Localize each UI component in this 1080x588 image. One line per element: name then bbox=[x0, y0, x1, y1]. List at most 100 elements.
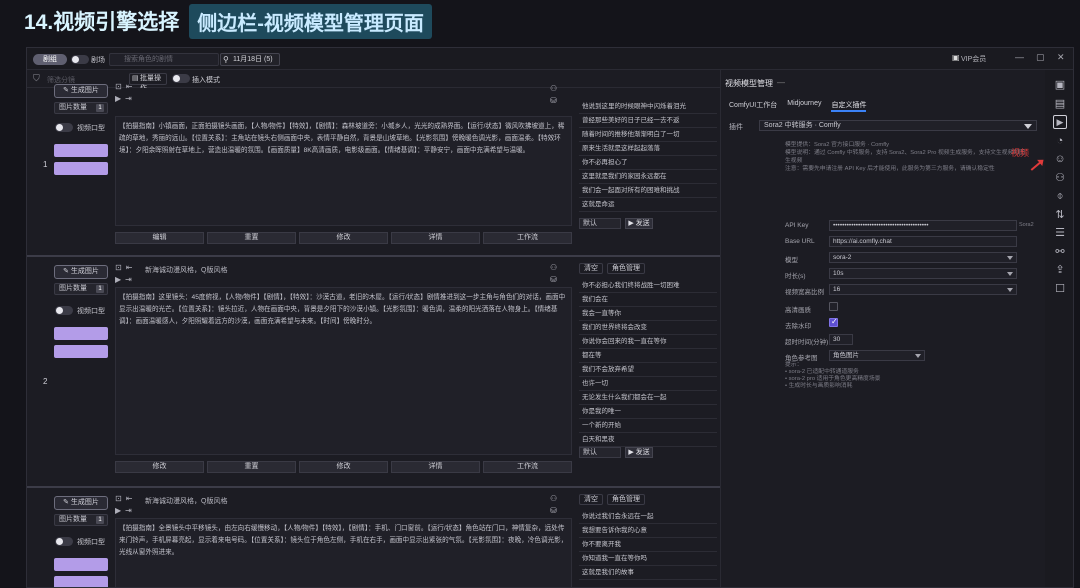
settings-icon[interactable]: ☰ bbox=[1053, 226, 1067, 240]
video-model-icon[interactable]: ▶ bbox=[1053, 115, 1067, 129]
form-select[interactable]: 10s bbox=[829, 268, 1017, 279]
list-item[interactable]: 你不必担心我们终将战胜一切困难 bbox=[579, 279, 717, 293]
send-button[interactable]: ▶ 发送 bbox=[625, 218, 653, 229]
list-item[interactable]: 我会一直等你 bbox=[579, 307, 717, 321]
lip-sync-toggle[interactable] bbox=[55, 306, 73, 315]
maximize-icon[interactable]: ▢ bbox=[1036, 52, 1045, 63]
list-item[interactable]: 白天和黑夜 bbox=[579, 433, 717, 447]
list-item[interactable]: 随着时间的推移他渐渐明白了一切 bbox=[579, 128, 717, 142]
list-item[interactable]: 你说过我们会永远在一起 bbox=[579, 510, 717, 524]
purple-action-button[interactable] bbox=[54, 345, 108, 358]
list-item[interactable]: 也许一切 bbox=[579, 377, 717, 391]
panel-tab[interactable]: Midjourney bbox=[787, 100, 821, 112]
list-item[interactable]: 我们不会放弃希望 bbox=[579, 363, 717, 377]
layers-icon[interactable]: ⛁ bbox=[550, 96, 557, 105]
shot-action-button[interactable]: 修改 bbox=[115, 461, 204, 473]
search-input[interactable]: 搜索角色的剧情 bbox=[109, 53, 219, 66]
send-target-select[interactable]: 默认 bbox=[579, 447, 621, 458]
character-icon[interactable]: ◔ bbox=[1053, 134, 1067, 148]
layers-icon[interactable]: ⛁ bbox=[550, 506, 557, 515]
expand-icon[interactable]: ⇥ bbox=[125, 506, 132, 515]
purple-action-button[interactable] bbox=[54, 144, 108, 157]
list-item[interactable]: 曾经那些美好的日子已经一去不返 bbox=[579, 114, 717, 128]
vip-label[interactable]: VIP会员 bbox=[961, 54, 986, 64]
list-item[interactable]: 你不要离开我 bbox=[579, 538, 717, 552]
camera-icon[interactable]: ⊡ bbox=[115, 263, 122, 272]
shot-action-button[interactable]: 详情 bbox=[391, 232, 480, 244]
send-target-select[interactable]: 默认 bbox=[579, 218, 621, 229]
list-item[interactable]: 你是我的唯一 bbox=[579, 405, 717, 419]
form-input[interactable]: ••••••••••••••••••••••••••••••••••••••••… bbox=[829, 220, 1017, 231]
image-count-select[interactable]: 图片数量 1 bbox=[54, 102, 108, 114]
prompt-textarea[interactable]: 【拍摄指南】这里镜头：45度俯视，【人物/物件】【剧情】，【特效】：沙漠古道，老… bbox=[115, 287, 572, 455]
generate-image-button[interactable]: ✎ 生成图片 bbox=[54, 265, 108, 279]
shot-action-button[interactable]: 工作流 bbox=[483, 461, 572, 473]
ai-icon[interactable]: ⚇ bbox=[550, 84, 557, 93]
purple-action-button[interactable] bbox=[54, 327, 108, 340]
purple-action-button[interactable] bbox=[54, 558, 108, 571]
lip-sync-toggle[interactable] bbox=[55, 123, 73, 132]
list-item[interactable]: 他说到这里的时候眼神中闪烁着泪光 bbox=[579, 100, 717, 114]
shot-action-button[interactable]: 工作流 bbox=[483, 232, 572, 244]
prompt-textarea[interactable]: 【拍摄指南】全景镜头中平移镜头，由左向右缓慢移动，【人物/物件】【特效】，【剧情… bbox=[115, 518, 572, 587]
expand-icon[interactable]: ⇥ bbox=[125, 275, 132, 284]
shot-action-button[interactable]: 编辑 bbox=[115, 232, 204, 244]
ai-icon[interactable]: ⚇ bbox=[550, 263, 557, 272]
date-selector[interactable]: ⚲ 11月18日 (5) bbox=[220, 53, 280, 66]
collapse-icon[interactable]: ⇤ bbox=[126, 494, 133, 503]
image-count-select[interactable]: 图片数量 1 bbox=[54, 283, 108, 295]
gallery-icon[interactable]: ▤ bbox=[1053, 97, 1067, 111]
list-item[interactable]: 这就是命运 bbox=[579, 198, 717, 212]
mic-icon[interactable]: ⌽ bbox=[1053, 189, 1067, 203]
form-select[interactable]: 16 bbox=[829, 284, 1017, 295]
image-icon[interactable]: ▣ bbox=[1053, 78, 1067, 92]
insert-toggle[interactable] bbox=[172, 74, 190, 83]
purple-action-button[interactable] bbox=[54, 162, 108, 175]
minimize-icon[interactable]: — bbox=[1015, 52, 1024, 62]
character-manage-button[interactable]: 角色管理 bbox=[607, 494, 645, 505]
generate-image-button[interactable]: ✎ 生成图片 bbox=[54, 84, 108, 98]
list-item[interactable]: 原来生活就是这样起起落落 bbox=[579, 142, 717, 156]
list-item[interactable]: 都在等 bbox=[579, 349, 717, 363]
character-manage-button[interactable]: 角色管理 bbox=[607, 263, 645, 274]
plugin-select[interactable]: Sora2 中转服务 · Comfly bbox=[759, 120, 1037, 131]
list-item[interactable]: 这里就是我们的家园永远都在 bbox=[579, 170, 717, 184]
purple-action-button[interactable] bbox=[54, 576, 108, 587]
form-select[interactable]: sora-2 bbox=[829, 252, 1017, 263]
chat-icon[interactable]: ☐ bbox=[1053, 282, 1067, 296]
storyboard-icon[interactable]: ⚇ bbox=[1053, 171, 1067, 185]
clear-list-button[interactable]: 清空 bbox=[579, 263, 603, 274]
form-checkbox[interactable] bbox=[829, 302, 838, 311]
list-item[interactable]: 你说你会回来的我一直在等你 bbox=[579, 335, 717, 349]
list-item[interactable]: 这就是我们的故事 bbox=[579, 566, 717, 580]
shot-action-button[interactable]: 重置 bbox=[207, 461, 296, 473]
camera-icon[interactable]: ⊡ bbox=[115, 82, 122, 91]
form-input[interactable]: https://ai.comfly.chat bbox=[829, 236, 1017, 247]
ai-icon[interactable]: ⚇ bbox=[550, 494, 557, 503]
list-item[interactable]: 我们的世界终将会改变 bbox=[579, 321, 717, 335]
workflow-icon[interactable]: ⚯ bbox=[1053, 245, 1067, 259]
send-button[interactable]: ▶ 发送 bbox=[625, 447, 653, 458]
prompt-textarea[interactable]: 【拍摄指南】小镇画面，正面拍摄镜头画面，【人物/物件】【特效】，【剧情】：森林坡… bbox=[115, 116, 572, 226]
play-icon[interactable]: ▶ bbox=[115, 275, 121, 284]
list-item[interactable]: 你不必再担心了 bbox=[579, 156, 717, 170]
sort-icon[interactable]: ⇅ bbox=[1053, 208, 1067, 222]
person-icon[interactable]: ☺ bbox=[1053, 152, 1067, 166]
timeout-stepper[interactable]: 30 bbox=[829, 334, 853, 345]
list-item[interactable]: 我想要告诉你我的心意 bbox=[579, 524, 717, 538]
image-count-select[interactable]: 图片数量 1 bbox=[54, 514, 108, 526]
shot-action-button[interactable]: 重置 bbox=[207, 232, 296, 244]
panel-tab[interactable]: 自定义插件 bbox=[831, 100, 867, 112]
layers-icon[interactable]: ⛁ bbox=[550, 275, 557, 284]
clear-list-button[interactable]: 清空 bbox=[579, 494, 603, 505]
collapse-icon[interactable]: ⇤ bbox=[126, 263, 133, 272]
collapse-icon[interactable]: ⇤ bbox=[126, 82, 133, 91]
panel-tab[interactable]: ComfyUI工作台 bbox=[729, 100, 777, 112]
shot-action-button[interactable]: 详情 bbox=[391, 461, 480, 473]
shot-action-button[interactable]: 修改 bbox=[299, 232, 388, 244]
list-item[interactable]: 我们会一起面对所有的困难和挑战 bbox=[579, 184, 717, 198]
generate-image-button[interactable]: ✎ 生成图片 bbox=[54, 496, 108, 510]
expand-icon[interactable]: ⇥ bbox=[125, 94, 132, 103]
list-item[interactable]: 一个新的开始 bbox=[579, 419, 717, 433]
close-icon[interactable]: ✕ bbox=[1057, 52, 1065, 63]
